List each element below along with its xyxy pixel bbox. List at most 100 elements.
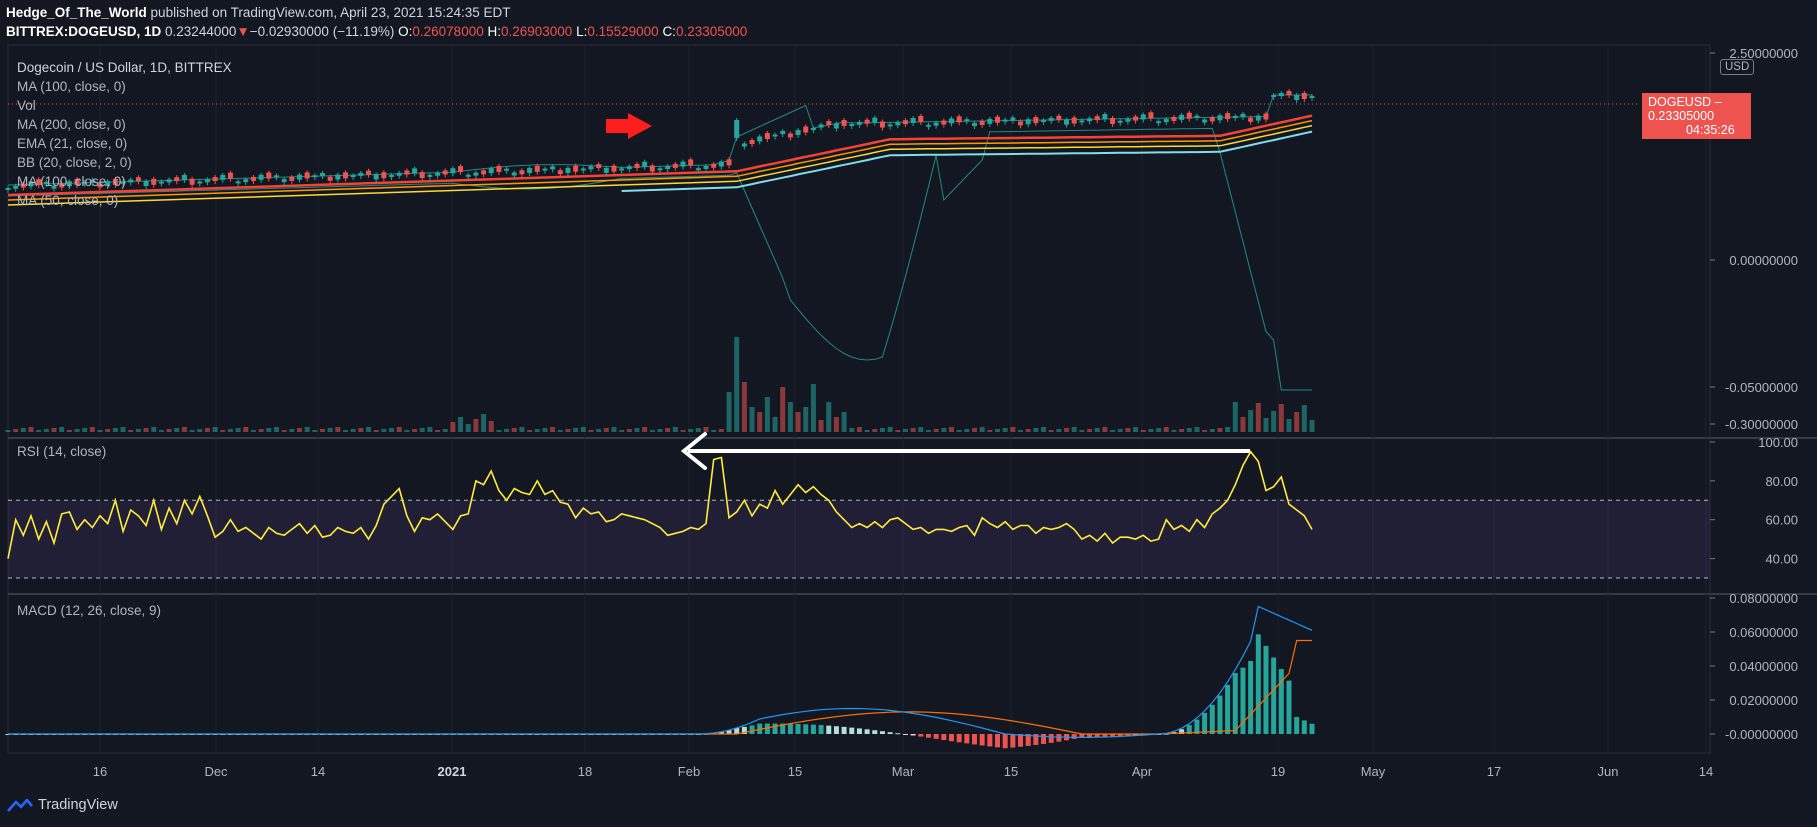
candle-body — [910, 118, 916, 124]
candle-body — [243, 179, 249, 183]
volume-bar — [1033, 428, 1039, 432]
volume-bar — [335, 427, 341, 432]
volume-bar — [166, 429, 172, 432]
volume-bar — [818, 420, 824, 432]
volume-bar — [657, 429, 663, 432]
volume-bar — [580, 427, 586, 432]
legend-item-ma100[interactable]: MA (100, close, 0) — [17, 77, 232, 96]
volume-bar — [511, 428, 517, 432]
rsi-label[interactable]: RSI (14, close) — [17, 442, 106, 461]
volume-bar — [1087, 429, 1093, 432]
volume-bar — [1294, 412, 1300, 432]
candle-body — [726, 159, 732, 166]
brand[interactable]: TradingView — [6, 797, 118, 813]
volume-bar — [197, 429, 203, 432]
candle-body — [956, 116, 962, 123]
candle-body — [995, 116, 1001, 123]
price-axis[interactable]: 16 Dec 14 2021 18 Feb 15 Mar 15 Apr 19 May 17 Jun 142.… — [93, 46, 1798, 779]
candle-body — [1271, 95, 1277, 97]
candle-body — [1041, 120, 1047, 122]
macd-histogram-bar — [856, 728, 862, 734]
macd-histogram-bar — [818, 725, 824, 734]
candle-body — [1148, 112, 1154, 119]
x-tick-label: Dec — [204, 764, 228, 779]
legend-item-ema21[interactable]: EMA (21, close, 0) — [17, 134, 232, 153]
currency-badge[interactable]: USD — [1720, 59, 1755, 75]
volume-bar — [435, 430, 441, 432]
rsi-pane[interactable] — [7, 450, 1710, 579]
volume-bar — [1079, 430, 1085, 432]
volume-bar — [626, 429, 632, 432]
volume-bar — [841, 412, 847, 432]
macd-pane[interactable] — [5, 605, 1315, 749]
volume-bar — [933, 429, 939, 432]
volume-bar — [404, 430, 410, 432]
macd-tick-label: -0.00000000 — [1725, 727, 1798, 742]
macd-histogram-bar — [1309, 723, 1315, 734]
macd-histogram-bar — [1278, 669, 1284, 734]
volume-bar — [741, 382, 747, 432]
candle-body — [1255, 115, 1261, 121]
volume-bar — [695, 428, 701, 432]
volume-bar — [780, 387, 786, 432]
volume-bar — [995, 429, 1001, 432]
candle-body — [626, 166, 632, 170]
volume-bar — [204, 428, 210, 432]
volume-bar — [412, 429, 418, 432]
candle-body — [1048, 117, 1054, 121]
legend-item-ma100b[interactable]: MA (100, close, 0) — [17, 172, 232, 191]
volume-bar — [941, 428, 947, 432]
volume-bar — [872, 429, 878, 432]
macd-label[interactable]: MACD (12, 26, close, 9) — [17, 601, 161, 620]
legend-item-ma200[interactable]: MA (200, close, 0) — [17, 115, 232, 134]
candle-body — [619, 168, 625, 171]
volume-bar — [496, 430, 502, 432]
candle-body — [1194, 115, 1200, 118]
volume-bar — [734, 337, 740, 432]
x-tick-label: 19 — [1271, 764, 1285, 779]
volume-bar — [749, 407, 755, 432]
volume-bar — [151, 427, 157, 432]
candle-body — [427, 174, 433, 177]
bar-countdown: 04:35:26 — [1686, 123, 1735, 137]
macd-histogram-bar — [902, 734, 908, 735]
macd-histogram-bar — [787, 723, 793, 734]
candle-body — [872, 117, 878, 123]
candle-body — [887, 124, 893, 127]
x-tick-label: 17 — [1487, 764, 1501, 779]
candle-body — [442, 170, 448, 175]
macd-histogram-bar — [995, 734, 1001, 748]
candle-body — [864, 119, 870, 124]
volume-bar — [1271, 411, 1277, 432]
macd-tick-label: 0.04000000 — [1729, 659, 1798, 674]
rsi-tick-label: 100.00 — [1758, 435, 1798, 450]
volume-bar — [1278, 404, 1284, 432]
candle-body — [335, 174, 341, 180]
legend-title[interactable]: Dogecoin / US Dollar, 1D, BITTREX — [17, 58, 232, 77]
x-tick-label: May — [1361, 764, 1386, 779]
candle-body — [534, 165, 540, 172]
volume-bar — [672, 427, 678, 432]
volume-bar — [373, 430, 379, 432]
volume-bar — [810, 384, 816, 432]
volume-bar — [304, 427, 310, 432]
candle-body — [1209, 117, 1215, 122]
legend-item-bb[interactable]: BB (20, close, 2, 0) — [17, 153, 232, 172]
chart-canvas[interactable]: 16 Dec 14 2021 18 Feb 15 Mar 15 Apr 19 May 17 Jun 142.… — [0, 0, 1817, 827]
candle-body — [296, 174, 302, 180]
candle-body — [964, 119, 970, 122]
volume-bar — [1140, 430, 1146, 432]
volume-bar — [1240, 417, 1246, 432]
legend-item-ma50[interactable]: MA (50, close, 0) — [17, 191, 232, 210]
volume-bar — [565, 429, 571, 432]
grid-lines — [7, 44, 1817, 754]
candle-body — [1163, 119, 1169, 123]
volume-bar — [948, 427, 954, 432]
legend-item-vol[interactable]: Vol — [17, 96, 232, 115]
volume-bar — [1018, 430, 1024, 432]
volume-bar — [120, 427, 126, 432]
volume-bar — [174, 428, 180, 432]
volume-bar — [826, 402, 832, 432]
candle-body — [542, 168, 548, 171]
volume-bar — [634, 428, 640, 432]
